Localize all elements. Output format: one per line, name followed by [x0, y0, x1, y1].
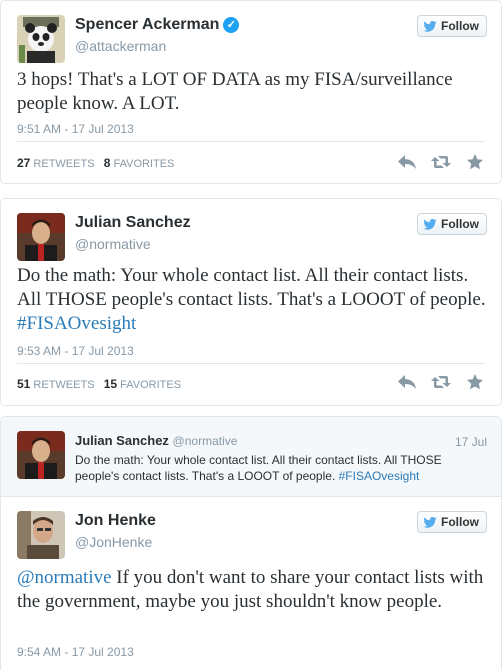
tweet-text: @normative If you don't want to share yo…: [17, 566, 487, 614]
tweet-card: Julian Sanchez @normative Follow Do the …: [0, 198, 502, 406]
retweet-count[interactable]: 27: [17, 156, 30, 170]
tweet-card: Julian Sanchez @normative 17 Jul Do the …: [0, 416, 502, 670]
handle[interactable]: @normative: [75, 236, 151, 252]
follow-label: Follow: [441, 217, 479, 231]
display-name[interactable]: Julian Sanchez: [75, 433, 169, 448]
quoted-tweet[interactable]: Julian Sanchez @normative 17 Jul Do the …: [1, 417, 501, 497]
tweet-actions: [397, 374, 485, 390]
handle[interactable]: @JonHenke: [75, 534, 152, 550]
favorite-count[interactable]: 8: [104, 156, 111, 170]
display-name[interactable]: Julian Sanchez: [75, 214, 191, 232]
tweet-text-body: Do the math: Your whole contact list. Al…: [17, 265, 486, 310]
favorites-label[interactable]: FAVORITES: [120, 379, 181, 391]
follow-button[interactable]: Follow: [417, 15, 487, 37]
twitter-bird-icon: [423, 218, 437, 230]
timestamp[interactable]: 9:51 AM - 17 Jul 2013: [17, 122, 134, 136]
tweet-stats: 51 RETWEETS 15 FAVORITES: [17, 377, 181, 391]
quoted-text: Do the math: Your whole contact list. Al…: [75, 452, 485, 484]
retweets-label[interactable]: RETWEETS: [33, 158, 94, 170]
avatar[interactable]: [17, 15, 65, 63]
twitter-bird-icon: [423, 516, 437, 528]
avatar[interactable]: [17, 511, 65, 559]
follow-button[interactable]: Follow: [417, 213, 487, 235]
tweet-header: Julian Sanchez @normative Follow: [17, 213, 487, 261]
hashtag-link[interactable]: #FISAOvesight: [339, 469, 420, 483]
quoted-date[interactable]: 17 Jul: [455, 435, 487, 449]
favorite-count[interactable]: 15: [104, 377, 117, 391]
retweet-icon[interactable]: [431, 154, 451, 170]
star-icon[interactable]: [465, 154, 485, 170]
timestamp[interactable]: 9:54 AM - 17 Jul 2013: [17, 645, 134, 659]
tweet-text: 3 hops! That's a LOT OF DATA as my FISA/…: [17, 69, 453, 114]
retweet-icon[interactable]: [431, 374, 451, 390]
avatar[interactable]: [17, 431, 65, 479]
hashtag-link[interactable]: #FISAOvesight: [17, 313, 136, 334]
display-name[interactable]: Spencer Ackerman ✓: [75, 16, 240, 34]
quoted-author[interactable]: Julian Sanchez @normative: [75, 433, 237, 448]
follow-label: Follow: [441, 19, 479, 33]
verified-badge-icon: ✓: [223, 17, 240, 33]
twitter-bird-icon: [423, 20, 437, 32]
follow-label: Follow: [441, 515, 479, 529]
handle[interactable]: @attackerman: [75, 38, 166, 54]
tweet-stats: 27 RETWEETS 8 FAVORITES: [17, 156, 174, 170]
divider: [17, 363, 485, 364]
tweet-header: Jon Henke @JonHenke Follow: [17, 511, 487, 559]
tweet-actions: [397, 154, 485, 170]
handle[interactable]: @normative: [173, 434, 238, 448]
retweet-count[interactable]: 51: [17, 377, 30, 391]
avatar[interactable]: [17, 213, 65, 261]
follow-button[interactable]: Follow: [417, 511, 487, 533]
tweet-header: Spencer Ackerman ✓ @attackerman Follow: [17, 15, 487, 63]
divider: [17, 141, 485, 142]
reply-icon[interactable]: [397, 374, 417, 390]
mention-link[interactable]: @normative: [17, 567, 112, 588]
retweets-label[interactable]: RETWEETS: [33, 379, 94, 391]
timestamp[interactable]: 9:53 AM - 17 Jul 2013: [17, 344, 134, 358]
tweet-text: Do the math: Your whole contact list. Al…: [17, 264, 487, 336]
reply-icon[interactable]: [397, 154, 417, 170]
favorites-label[interactable]: FAVORITES: [113, 158, 174, 170]
tweet-card: Spencer Ackerman ✓ @attackerman Follow 3 …: [0, 0, 502, 184]
star-icon[interactable]: [465, 374, 485, 390]
display-name[interactable]: Jon Henke: [75, 512, 156, 530]
